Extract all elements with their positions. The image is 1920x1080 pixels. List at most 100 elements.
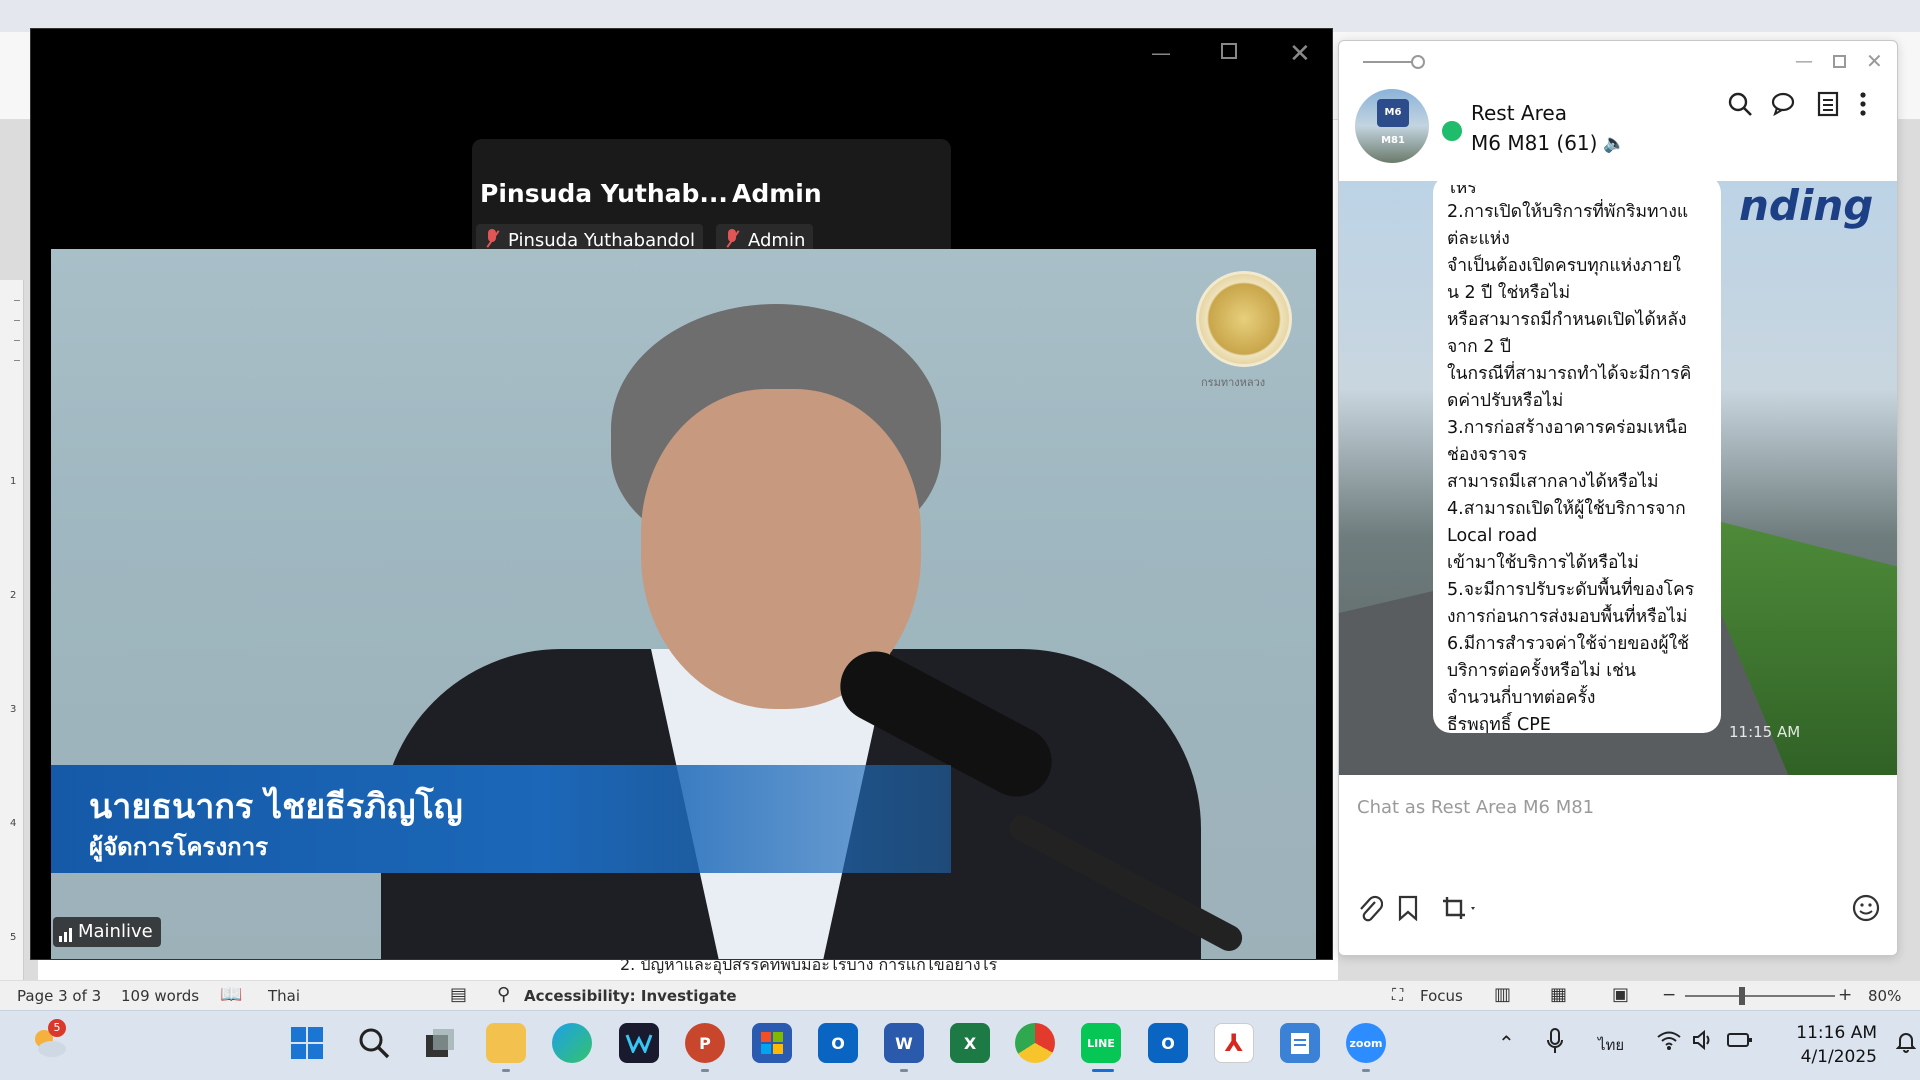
search-icon[interactable] [354,1023,394,1063]
message-input-placeholder[interactable]: Chat as Rest Area M6 M81 [1357,797,1594,818]
minimize-icon[interactable]: — [1795,51,1813,72]
search-icon[interactable] [1727,91,1753,123]
transparency-slider-knob[interactable] [1411,55,1425,69]
mute-icon[interactable]: 🔈 [1603,133,1625,154]
edge-icon[interactable] [552,1023,592,1063]
screenshot-crop-icon[interactable] [1441,895,1479,927]
outlook-icon[interactable]: O [1148,1023,1188,1063]
speaker-role: ผู้จัดการโครงการ [89,833,269,861]
message-line: บริการต่อครั้งหรือไม่ เช่น [1447,661,1637,681]
text-predictions-icon[interactable]: ▤ [450,984,467,1005]
maximize-icon[interactable] [1221,43,1237,59]
zoom-in-button[interactable]: + [1838,985,1852,1005]
webex-icon[interactable] [619,1023,659,1063]
outlook-new-icon[interactable]: O [818,1023,858,1063]
page-count[interactable]: Page 3 of 3 [17,987,101,1005]
focus-icon: ⛶ [1392,985,1404,1004]
microphone-icon[interactable] [1546,1027,1564,1059]
read-mode-icon[interactable]: ▥ [1494,984,1511,1005]
notes-icon[interactable] [1817,91,1839,123]
battery-icon[interactable] [1726,1030,1754,1054]
chat-title-members: M6 M81 (61) [1471,131,1598,155]
notepad-icon[interactable] [1280,1023,1320,1063]
speaker-name: นายธนากร ไชยธีรภิญโญ [89,787,463,827]
running-indicator [701,1069,709,1072]
line-chat-window: — ✕ M6 M81 Rest Area M6 M81 (61) 🔈 nding… [1338,40,1898,956]
running-indicator [502,1069,510,1072]
language[interactable]: Thai [268,987,300,1005]
ruler-number: 5 [10,932,17,943]
microsoft-store-icon[interactable] [752,1023,792,1063]
start-icon[interactable] [287,1023,327,1063]
show-hidden-icons-icon[interactable]: ⌃ [1498,1031,1515,1055]
avatar-logo: M6 M81 [1377,99,1409,146]
speaker-video[interactable]: กรมทางหลวง นายธนากร ไชยธีรภิญโญ ผู้จัดกา… [51,249,1316,959]
task-view-icon[interactable] [420,1023,460,1063]
word-status-bar: Page 3 of 3 109 words 📖 Thai ▤ ⚲ Accessi… [0,980,1920,1010]
clock-date[interactable]: 4/1/2025 [1777,1047,1877,1067]
powerpoint-icon[interactable]: P [685,1023,725,1063]
word-count[interactable]: 109 words [121,987,199,1005]
message-line: 2.การเปิดให้บริการที่พักริมทางแ [1447,202,1689,222]
message-input[interactable]: Chat as Rest Area M6 M81 [1339,775,1897,955]
active-indicator [1092,1069,1114,1072]
wifi-icon[interactable] [1656,1029,1682,1055]
message-line: งการก่อนการส่งมอบพื้นที่หรือไม่ [1447,607,1688,627]
message-line: ในกรณีที่สามารถทำได้จะมีการคิ [1447,364,1692,384]
web-layout-icon[interactable]: ▣ [1612,984,1629,1005]
message-line: จำนวนกี่บาทต่อครั้ง [1447,688,1596,708]
proofing-icon[interactable]: 📖 [220,984,242,1005]
excel-icon[interactable]: X [950,1023,990,1063]
transparency-slider[interactable] [1363,61,1417,63]
ruler-number: 2 [10,590,17,601]
focus-mode[interactable]: Focus [1420,987,1463,1005]
network-label: Mainlive [78,921,153,942]
attach-file-icon[interactable] [1357,895,1384,927]
more-options-icon[interactable] [1859,91,1867,123]
message-line: จาก 2 ปี [1447,337,1512,357]
print-layout-icon[interactable]: ▦ [1550,984,1567,1005]
acrobat-icon[interactable]: ⅄ [1214,1023,1254,1063]
zoom-level[interactable]: 80% [1868,987,1901,1005]
chrome-icon[interactable] [1015,1023,1055,1063]
group-avatar[interactable]: M6 M81 [1355,89,1429,163]
emoji-icon[interactable] [1851,893,1881,927]
participant-tile-name[interactable]: Pinsuda Yuthab... [480,179,728,208]
line-icon[interactable]: LINE [1081,1023,1121,1063]
mic-muted-icon [484,229,500,249]
maximize-icon[interactable] [1833,55,1846,68]
message-line: ช่องจราจร [1447,445,1528,465]
keep-bookmark-icon[interactable] [1397,895,1419,925]
word-icon[interactable]: W [884,1023,924,1063]
zoom-icon[interactable]: zoom [1346,1023,1386,1063]
message-line: ไหร [1447,185,1477,198]
speaker-lower-third: นายธนากร ไชยธีรภิญโญ ผู้จัดการโครงการ [51,765,951,873]
close-icon[interactable]: ✕ [1866,49,1883,73]
ruler-number: 3 [10,704,17,715]
chat-message-area[interactable]: nding ไหร 2.การเปิดให้บริการที่พักริมทาง… [1339,181,1897,775]
message-line: น 2 ปี ใช่หรือไม่ [1447,283,1571,303]
accessibility-icon: ⚲ [497,984,511,1005]
accessibility-status[interactable]: Accessibility: Investigate [524,987,737,1005]
zoom-slider[interactable] [1685,995,1835,997]
message-line: ดค่าปรับหรือไม่ [1447,391,1564,411]
close-icon[interactable]: ✕ [1289,39,1311,69]
message-line: Local road [1447,526,1538,546]
chats-icon[interactable] [1771,91,1799,123]
notifications-icon[interactable] [1895,1031,1917,1057]
emblem-caption: กรมทางหลวง [1201,376,1266,389]
participant-tile-name[interactable]: Admin [732,179,822,208]
file-explorer-icon[interactable] [486,1023,526,1063]
participant-chip-label: Pinsuda Yuthabandol [508,230,695,251]
volume-icon[interactable] [1692,1029,1716,1055]
zoom-out-button[interactable]: − [1662,985,1676,1005]
clock-time[interactable]: 11:16 AM [1777,1023,1877,1043]
input-language[interactable]: ไทย [1598,1033,1624,1057]
message-line: เข้ามาใช้บริการได้หรือไม่ [1447,553,1639,573]
zoom-slider-thumb[interactable] [1739,987,1745,1005]
message-bubble[interactable]: ไหร 2.การเปิดให้บริการที่พักริมทางแ ต่ละ… [1433,181,1721,735]
message-timestamp: 11:15 AM [1729,723,1801,741]
ruler-number: 1 [10,476,17,487]
ruler-number: 4 [10,818,17,829]
minimize-icon[interactable]: — [1151,41,1171,65]
